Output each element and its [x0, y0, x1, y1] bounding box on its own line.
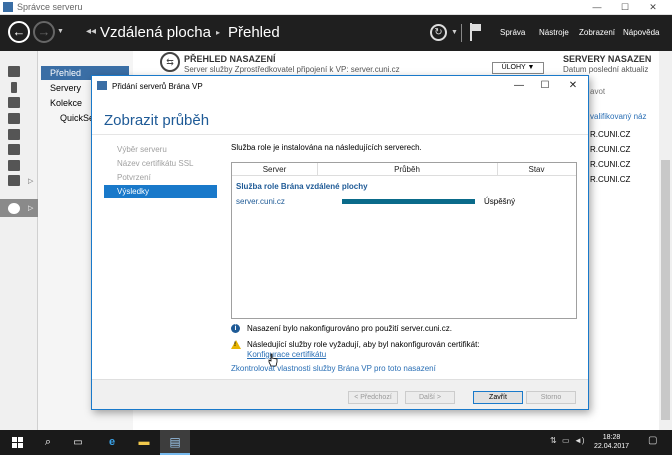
- expand-arrow-icon[interactable]: ▷: [28, 177, 33, 185]
- server-row[interactable]: R.CUNI.CZ: [590, 130, 630, 139]
- taskbar: ⌕ ▭ e ▬ ▤ ⇅ ▭ ◄) 18:28 22.04.2017 ▢: [0, 430, 672, 455]
- table-row-server: server.cuni.cz: [236, 197, 285, 206]
- step-nazev-certifikatu[interactable]: Název certifikátu SSL: [104, 157, 217, 170]
- previous-button[interactable]: < Předchozí: [348, 391, 398, 404]
- check-gateway-properties-link[interactable]: Zkontrolovat vlastnosti služby Brána VP …: [231, 364, 436, 373]
- results-description: Služba role je instalována na následujíc…: [231, 143, 422, 152]
- volume-icon[interactable]: ◄): [574, 436, 585, 445]
- cancel-button[interactable]: Storno: [526, 391, 576, 404]
- clock-date: 22.04.2017: [594, 443, 630, 450]
- breadcrumb-separator-icon: ▸: [216, 28, 221, 37]
- menu-zobrazeni[interactable]: Zobrazení: [579, 28, 615, 37]
- start-button-icon[interactable]: [12, 437, 23, 448]
- clock[interactable]: 18:28 22.04.2017: [594, 433, 629, 451]
- install-progress-fill: [342, 199, 475, 204]
- window-title: Správce serveru: [17, 2, 83, 12]
- add-rd-gateway-dialog: Přidání serverů Brána VP — ☐ ✕ Zobrazit …: [91, 75, 589, 410]
- dialog-title: Přidání serverů Brána VP: [112, 82, 203, 91]
- all-servers-icon[interactable]: [8, 97, 20, 108]
- step-vysledky[interactable]: Výsledky: [104, 185, 217, 198]
- breadcrumb-chevron-icon: ◂◂: [86, 26, 97, 37]
- filter-input[interactable]: avot: [590, 87, 605, 96]
- dashboard-icon[interactable]: [8, 66, 20, 77]
- deployment-overview-title: PŘEHLED NASAZENÍ: [184, 54, 276, 64]
- search-icon[interactable]: ⌕: [38, 430, 58, 455]
- close-button[interactable]: ✕: [641, 1, 665, 13]
- task-view-icon[interactable]: ▭: [68, 430, 88, 455]
- tasks-button-label: ÚLOHY: [501, 64, 526, 71]
- step-vyber-serveru[interactable]: Výběr serveru: [104, 143, 217, 156]
- server-row[interactable]: R.CUNI.CZ: [590, 175, 630, 184]
- column-prubeh[interactable]: Průběh: [317, 165, 497, 174]
- server-row[interactable]: R.CUNI.CZ: [590, 160, 630, 169]
- close-dialog-button[interactable]: Zavřít: [473, 391, 523, 404]
- dialog-maximize-button[interactable]: ☐: [535, 79, 555, 93]
- expand-arrow-icon[interactable]: ▷: [28, 204, 33, 212]
- file-explorer-icon[interactable]: ▬: [132, 430, 156, 455]
- dialog-heading: Zobrazit průběh: [104, 112, 210, 129]
- rds-icon[interactable]: [8, 175, 20, 186]
- deployment-overview-subtitle: Server služby Zprostředkovatel připojení…: [184, 65, 400, 74]
- fqdn-column-header[interactable]: valifikovaný náz: [590, 112, 646, 121]
- next-button[interactable]: Další >: [405, 391, 455, 404]
- forward-button[interactable]: →: [33, 21, 55, 43]
- dialog-titlebar: Přidání serverů Brána VP — ☐ ✕: [92, 76, 588, 96]
- server-manager-titlebar: Správce serveru — ☐ ✕: [0, 0, 672, 15]
- remote-access-icon[interactable]: [8, 160, 20, 171]
- dialog-divider: [92, 134, 588, 135]
- deployment-overview-icon: ⇆: [160, 52, 180, 72]
- back-button[interactable]: ←: [8, 21, 30, 43]
- table-header: Server Průběh Stav: [232, 163, 576, 176]
- breadcrumb-vzdalena-plocha[interactable]: Vzdálená plocha: [100, 24, 211, 41]
- menu-napoveda[interactable]: Nápověda: [623, 28, 659, 37]
- notifications-flag-icon[interactable]: [470, 23, 482, 41]
- notifications-icon[interactable]: ▢: [648, 435, 657, 446]
- warning-message: Následující služby role vyžadují, aby by…: [247, 340, 480, 349]
- role-group-header: Služba role Brána vzdálené plochy: [236, 182, 368, 191]
- history-dropdown-icon[interactable]: ▼: [57, 28, 64, 35]
- file-services-icon[interactable]: [8, 113, 20, 124]
- menu-sprava[interactable]: Správa: [500, 28, 525, 37]
- minimize-button[interactable]: —: [585, 1, 609, 13]
- configure-certificate-link[interactable]: Konfigurace certifikátu: [247, 350, 326, 359]
- table-row-status: Úspěšný: [484, 197, 516, 206]
- action-center-icon[interactable]: ▭: [562, 436, 570, 445]
- server-manager-icon: [3, 2, 13, 12]
- server-manager-taskbar-icon: ▤: [169, 435, 181, 449]
- install-progress-bar: [342, 199, 475, 204]
- deployment-servers-subtitle: Datum poslední aktualiz: [563, 65, 649, 74]
- nap-icon[interactable]: [8, 144, 20, 155]
- header-divider: [461, 24, 462, 42]
- refresh-icon[interactable]: ↻: [430, 24, 447, 41]
- dialog-close-button[interactable]: ✕: [563, 79, 583, 93]
- results-table: Server Průběh Stav Služba role Brána vzd…: [231, 162, 577, 319]
- server-manager-header: ← → ▼ ◂◂ Vzdálená plocha ▸ Přehled ↻ ▼ S…: [0, 15, 672, 51]
- network-icon[interactable]: ⇅: [550, 436, 557, 445]
- local-server-icon[interactable]: [11, 82, 17, 93]
- iis-icon[interactable]: [8, 129, 20, 140]
- menu-nastroje[interactable]: Nástroje: [539, 28, 569, 37]
- main-scrollbar-thumb[interactable]: [661, 160, 670, 420]
- column-stav[interactable]: Stav: [497, 165, 576, 174]
- step-potvrzeni[interactable]: Potvrzení: [104, 171, 217, 184]
- breadcrumb-prehled: Přehled: [228, 24, 280, 41]
- info-message: Nasazení bylo nakonfigurováno pro použit…: [247, 324, 453, 333]
- maximize-button[interactable]: ☐: [613, 1, 637, 13]
- column-server[interactable]: Server: [232, 165, 317, 174]
- warning-icon: [231, 340, 241, 349]
- deployment-servers-title: SERVERY NASAZEN: [563, 54, 652, 64]
- warning-mark: !: [234, 342, 236, 348]
- clock-time: 18:28: [602, 434, 621, 441]
- info-icon: i: [231, 324, 240, 333]
- dialog-footer: < Předchozí Další > Zavřít Storno: [92, 379, 588, 409]
- tasks-button[interactable]: ÚLOHY ▼: [492, 62, 544, 74]
- remote-desktop-services-icon[interactable]: [8, 203, 20, 214]
- refresh-dropdown-icon[interactable]: ▼: [451, 29, 458, 36]
- internet-explorer-icon[interactable]: e: [100, 430, 124, 455]
- dialog-app-icon: [97, 81, 107, 90]
- dialog-minimize-button[interactable]: —: [509, 79, 529, 93]
- server-row[interactable]: R.CUNI.CZ: [590, 145, 630, 154]
- left-icon-strip: ▷ ▷: [0, 51, 38, 430]
